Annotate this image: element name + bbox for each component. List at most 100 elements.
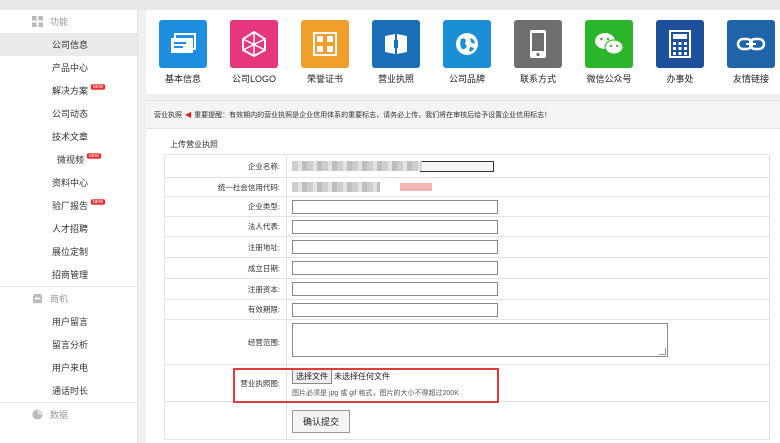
sidebar-item-investment[interactable]: 招商管理 [0, 263, 137, 286]
company-brand-icon [443, 20, 491, 68]
speaker-icon: ◀ [185, 110, 192, 119]
company-type-label: 企业类型: [164, 196, 287, 217]
feature-friend-link[interactable]: 友情链接 [716, 20, 780, 85]
founded-input[interactable] [292, 261, 498, 275]
new-badge: NEW [86, 152, 101, 159]
sidebar-item-label: 公司信息 [52, 40, 89, 50]
legal-rep-label: 法人代表: [164, 216, 287, 237]
sidebar-group-label: 数据 [50, 410, 69, 420]
feature-basic-info[interactable]: 基本信息 [148, 20, 218, 85]
pie-icon [32, 409, 43, 420]
office-icon [656, 20, 704, 68]
credit-code-label: 统一社会信用代码: [164, 177, 287, 197]
basic-info-icon [159, 20, 207, 68]
feature-honor-certificate[interactable]: 荣誉证书 [290, 20, 360, 85]
feature-label: 办事处 [666, 74, 694, 84]
sidebar-group-label: 商机 [50, 294, 69, 304]
submit-button[interactable]: 确认提交 [292, 410, 351, 433]
friend-link-icon [727, 20, 775, 68]
sidebar-item-label: 招商管理 [52, 270, 89, 280]
sidebar-item-label: 用户来电 [52, 363, 89, 373]
sidebar-item-factory-report[interactable]: 验厂报告 NEW [0, 194, 137, 217]
feature-label: 友情链接 [732, 74, 769, 84]
sidebar-item-label: 通话时长 [52, 386, 89, 396]
sidebar-item-label: 资料中心 [52, 178, 89, 188]
sidebar-item-resources[interactable]: 资料中心 [0, 171, 137, 194]
sidebar-item-call-duration[interactable]: 通话时长 [0, 379, 137, 402]
sidebar-item-label: 用户留言 [52, 317, 89, 327]
sidebar-item-news[interactable]: 公司动态 [0, 102, 137, 125]
feature-contact[interactable]: 联系方式 [503, 20, 573, 85]
validity-label: 有效期限: [164, 299, 287, 320]
feature-label: 公司品牌 [448, 74, 485, 84]
feature-label: 联系方式 [519, 74, 556, 84]
company-type-input[interactable] [292, 199, 498, 214]
sidebar-item-solutions[interactable]: 解决方案 NEW [0, 79, 137, 102]
sidebar-item-user-calls[interactable]: 用户来电 [0, 356, 137, 379]
notice-bar: 营业执照 ◀ 重要提醒： 有效期内的营业执照是企业信用体系的重要标志，请务必上传… [146, 101, 780, 129]
new-badge: NEW [90, 198, 105, 205]
contact-icon [514, 20, 562, 68]
feature-label: 公司LOGO [231, 74, 276, 84]
sidebar-item-label: 解决方案 [52, 86, 89, 96]
sidebar-group-data: 数据 [0, 403, 137, 426]
sidebar-item-user-messages[interactable]: 用户留言 [0, 310, 137, 333]
capital-input[interactable] [292, 282, 498, 296]
top-bar [0, 0, 780, 10]
feature-label: 荣誉证书 [306, 74, 343, 84]
sidebar-item-message-analysis[interactable]: 留言分析 [0, 333, 137, 356]
feature-office[interactable]: 办事处 [645, 20, 715, 85]
section-title: 上传营业执照 [170, 140, 218, 149]
sidebar-group-label: 功能 [50, 17, 69, 27]
sidebar-item-label: 产品中心 [52, 63, 89, 73]
sidebar-group-function: 功能 [0, 10, 137, 33]
sidebar-item-booth[interactable]: 展位定制 [0, 240, 137, 263]
highlight-box [233, 368, 499, 403]
notice-prefix: 营业执照 [154, 111, 182, 119]
scope-textarea[interactable] [292, 323, 668, 357]
feature-company-logo[interactable]: 公司LOGO [219, 20, 289, 85]
sidebar-item-label: 公司动态 [52, 109, 89, 119]
credit-code-value-redacted [292, 182, 380, 192]
honor-certificate-icon [301, 20, 349, 68]
sidebar-item-label: 展位定制 [52, 247, 89, 257]
sidebar: 功能 公司信息 产品中心 解决方案 NEW 公司动态 技术文章 微视频 NEW 资料… [0, 10, 138, 443]
sidebar-item-articles[interactable]: 技术文章 [0, 125, 137, 148]
feature-icon-row: 基本信息 公司LOGO 荣誉证书 营业执照 公司品牌 联系方式 微信公众号 办事… [146, 10, 780, 94]
inbox-icon [32, 293, 43, 304]
capital-label: 注册资本: [164, 278, 287, 300]
scope-label: 经营范围: [164, 319, 287, 365]
wechat-icon [585, 20, 633, 68]
sidebar-item-recruitment[interactable]: 人才招聘 [0, 217, 137, 240]
company-name-label: 企业名称: [164, 154, 287, 178]
address-input[interactable] [292, 240, 498, 254]
sidebar-item-label: 留言分析 [52, 340, 89, 350]
sidebar-item-products[interactable]: 产品中心 [0, 56, 137, 79]
legal-rep-input[interactable] [292, 219, 498, 234]
feature-label: 营业执照 [377, 74, 414, 84]
company-logo-icon [230, 20, 278, 68]
founded-label: 成立日期: [164, 257, 287, 279]
notice-title: 重要提醒： [194, 111, 230, 119]
sidebar-item-label: 验厂报告 [52, 201, 89, 211]
credit-status-badge [400, 183, 432, 191]
notice-text: 有效期内的营业执照是企业信用体系的重要标志，请务必上传，我们将在审核后给予设置企… [229, 111, 552, 119]
validity-input[interactable] [292, 302, 498, 317]
company-name-field[interactable] [420, 160, 494, 172]
sidebar-item-company-info[interactable]: 公司信息 [0, 33, 137, 56]
sidebar-item-videos[interactable]: 微视频 NEW [0, 148, 137, 171]
sidebar-item-label: 技术文章 [52, 132, 89, 142]
sidebar-group-business: 商机 [0, 287, 137, 310]
feature-company-brand[interactable]: 公司品牌 [432, 20, 502, 85]
new-badge: NEW [90, 83, 105, 90]
feature-label: 基本信息 [164, 74, 201, 84]
grid-icon [32, 16, 43, 27]
empty-cell [164, 401, 287, 440]
feature-business-license[interactable]: 营业执照 [361, 20, 431, 85]
address-label: 注册地址: [164, 236, 287, 258]
feature-wechat[interactable]: 微信公众号 [574, 20, 644, 85]
company-name-value-redacted [292, 161, 422, 171]
business-license-icon [372, 20, 420, 68]
sidebar-item-label: 人才招聘 [52, 224, 89, 234]
sidebar-item-label: 微视频 [57, 155, 85, 165]
